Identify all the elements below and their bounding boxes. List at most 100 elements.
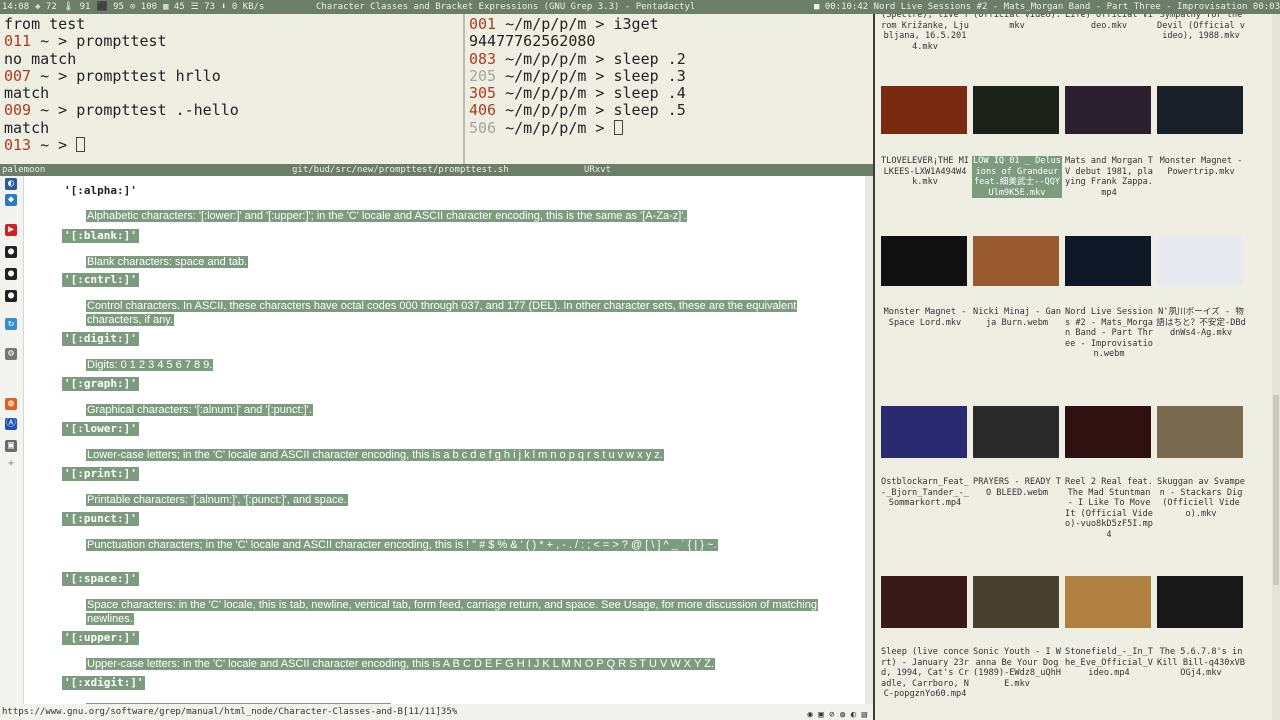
- line-text: from test: [4, 15, 86, 33]
- doc-term: '[:digit:]': [62, 332, 139, 346]
- file-caption[interactable]: Monster Magnet - Space Lord.mkv: [880, 307, 970, 328]
- doc-term: '[:alpha:]': [64, 184, 137, 197]
- terminal-line: 305 ~/m/p/p/m > sleep .4: [469, 85, 869, 102]
- line-text: match: [4, 118, 50, 137]
- file-caption[interactable]: Mats and Morgan TV debut 1981, playing F…: [1064, 156, 1154, 198]
- line-number: 011: [4, 32, 32, 51]
- file-manager-scrollbar[interactable]: [1272, 14, 1280, 720]
- doc-term: '[:upper:]': [62, 631, 139, 645]
- doc-description: Lower-case letters; in the 'C' locale an…: [86, 448, 826, 462]
- video-thumbnail[interactable]: [973, 86, 1059, 134]
- highlighted-text: Control characters. In ASCII, these char…: [86, 300, 798, 326]
- line-text: ~ > prompttest: [31, 32, 167, 51]
- line-text: ~/m/p/p/m >: [496, 118, 614, 137]
- terminal-line: 009 ~ > prompttest .-hello: [4, 102, 459, 119]
- video-thumbnail[interactable]: [1065, 236, 1151, 286]
- window-tab-editor[interactable]: git/bud/src/new/prompttest/prompttest.sh: [292, 164, 509, 176]
- file-caption[interactable]: Monster Magnet - Powertrip.mkv: [1156, 156, 1246, 177]
- video-thumbnail[interactable]: [1065, 576, 1151, 628]
- file-caption: (Spectre), live from Križanke, Ljubljana…: [881, 14, 969, 52]
- line-text: ~ > prompttest .-hello: [31, 101, 239, 120]
- line-text: ~/m/p/p/m > i3get: [496, 15, 659, 33]
- video-thumbnail[interactable]: [1157, 406, 1243, 458]
- line-text: ~ >: [31, 136, 77, 155]
- line-number: 007: [4, 66, 32, 85]
- github-icon[interactable]: ●: [5, 290, 17, 302]
- doc-description: Alphabetic characters: '[:lower:]' and '…: [86, 209, 826, 223]
- line-number: 406: [469, 101, 497, 120]
- video-thumbnail[interactable]: [973, 406, 1059, 458]
- doc-term: '[:graph:]': [62, 377, 139, 391]
- pentadactyl-icon[interactable]: ◐: [5, 178, 17, 190]
- file-caption[interactable]: Reel 2 Real feat. The Mad Stuntman - I L…: [1064, 477, 1154, 541]
- youtube-icon[interactable]: ▶: [5, 224, 17, 236]
- translate-icon[interactable]: Ⓐ: [5, 418, 17, 430]
- doc-description: Blank characters: space and tab.: [86, 255, 826, 269]
- refresh-icon[interactable]: ↻: [5, 318, 17, 330]
- doc-term: '[:blank:]': [62, 229, 139, 243]
- gear-icon[interactable]: ⚙: [5, 348, 17, 360]
- window-tab-palemoon[interactable]: palemoon: [2, 164, 45, 176]
- top-status-bar: 14:08 ◈ 72 🌡 91 ⬛ 95 ⊙ 100 ▦ 45 ☰ 73 ⬇ 0 KB/s C…: [0, 0, 1280, 14]
- selected-icon[interactable]: ▣: [5, 440, 17, 452]
- window-title: Character Classes and Bracket Expression…: [316, 2, 696, 12]
- blue-app-icon[interactable]: ◆: [5, 194, 17, 206]
- github-icon[interactable]: ●: [5, 246, 17, 258]
- browser-status-bar: https://www.gnu.org/software/grep/manual…: [0, 704, 873, 720]
- video-thumbnail[interactable]: [881, 406, 967, 458]
- file-manager-scroll-thumb[interactable]: [1273, 395, 1279, 585]
- file-caption[interactable]: N'夙川ボーイズ - 物語はちと？不安定-DBddnWs4-Ag.mkv: [1156, 307, 1246, 339]
- stat-item: 14:08: [2, 2, 30, 12]
- terminal-line: match: [4, 85, 459, 102]
- video-thumbnail[interactable]: [1157, 86, 1243, 134]
- file-manager: (Spectre), live from Križanke, Ljubljana…: [875, 14, 1280, 720]
- video-thumbnail[interactable]: [881, 576, 967, 628]
- terminal-left[interactable]: from test 011 ~ > prompttest no match 007 ~…: [0, 14, 463, 164]
- video-thumbnail[interactable]: [1157, 236, 1243, 286]
- highlighted-text: Digits: 0 1 2 3 4 5 6 7 8 9.: [86, 359, 214, 371]
- file-caption[interactable]: LOW IQ 01 _ Delusions of Grandeur feat.細…: [972, 156, 1062, 199]
- file-caption[interactable]: Ostblockarn_Feat_-_Bjorn_Tander_-_Sommar…: [880, 477, 970, 509]
- highlighted-text: Graphical characters: '[:alnum:]' and '[…: [86, 404, 313, 416]
- stat-item: ⬛ 95: [96, 2, 124, 12]
- media-status: ■ 00:10:42 Nord Live Sessions #2 - Mats_…: [814, 2, 1280, 12]
- video-thumbnail[interactable]: [973, 236, 1059, 286]
- file-caption[interactable]: Sonic Youth - I Wanna Be Your Dog (1989)…: [972, 647, 1062, 689]
- doc-description: Graphical characters: '[:alnum:]' and '[…: [86, 403, 826, 417]
- file-caption[interactable]: Skuggan av Svampen - Stackars Dig (Offic…: [1156, 477, 1246, 519]
- doc-description: Printable characters: '[:alnum:]', '[:pu…: [86, 493, 826, 507]
- line-text: 94477762562080: [469, 32, 596, 51]
- video-thumbnail[interactable]: [881, 236, 967, 286]
- video-thumbnail[interactable]: [1065, 86, 1151, 134]
- plus-icon[interactable]: +: [5, 458, 17, 470]
- video-thumbnail[interactable]: [1065, 406, 1151, 458]
- page-scrollbar[interactable]: [865, 176, 873, 704]
- video-thumbnail[interactable]: [881, 86, 967, 134]
- file-caption[interactable]: The 5.6.7.8's in Kill Bill-q430xVBOGj4.m…: [1156, 647, 1246, 679]
- github-icon[interactable]: ●: [5, 268, 17, 280]
- file-caption[interactable]: PRAYERS - READY TO BLEED.webm: [972, 477, 1062, 498]
- stat-item: ▦ 45: [163, 2, 185, 12]
- line-text: ~/m/p/p/m > sleep .4: [496, 84, 686, 103]
- line-number: 013: [4, 136, 32, 155]
- doc-description: Digits: 0 1 2 3 4 5 6 7 8 9.: [86, 358, 826, 372]
- doc-description: Punctuation characters; in the 'C' local…: [86, 538, 826, 552]
- doc-description: Control characters. In ASCII, these char…: [86, 299, 826, 327]
- browser-window: ◐ ◆ ▶ ● ● ● ↻ ⚙ ◍ Ⓐ ▣ + '[:alpha:]' Alphabetic chara…: [0, 176, 873, 704]
- window-tab-urxvt[interactable]: URxvt: [584, 164, 611, 176]
- status-url: https://www.gnu.org/software/grep/manual…: [2, 707, 458, 717]
- file-caption: Sympathy for the Devil (Official video),…: [1157, 14, 1248, 42]
- file-caption[interactable]: TLOVELEVER¡THE MILKEES-LXW1A494W4k.mkv: [880, 156, 970, 188]
- window-tab-bar: palemoon git/bud/src/new/prompttest/prom…: [0, 164, 873, 176]
- file-caption[interactable]: Stonefield_-_In_The_Eve_Official_Video.m…: [1064, 647, 1154, 679]
- terminal-line: 011 ~ > prompttest: [4, 33, 459, 50]
- highlighted-text: Alphabetic characters: '[:lower:]' and '…: [86, 210, 688, 222]
- firefox-icon[interactable]: ◍: [5, 398, 17, 410]
- line-number: 506: [469, 118, 497, 137]
- file-caption[interactable]: Nicki Minaj - Ganja Burn.webm: [972, 307, 1062, 328]
- file-caption[interactable]: Sleep (live concert) - January 23rd, 199…: [880, 647, 970, 700]
- terminal-right[interactable]: 001 ~/m/p/p/m > i3get 94477762562080 083 ~…: [465, 14, 873, 164]
- video-thumbnail[interactable]: [973, 576, 1059, 628]
- video-thumbnail[interactable]: [1157, 576, 1243, 628]
- file-caption[interactable]: Nord Live Sessions #2 - Mats_Morgan Band…: [1064, 307, 1154, 360]
